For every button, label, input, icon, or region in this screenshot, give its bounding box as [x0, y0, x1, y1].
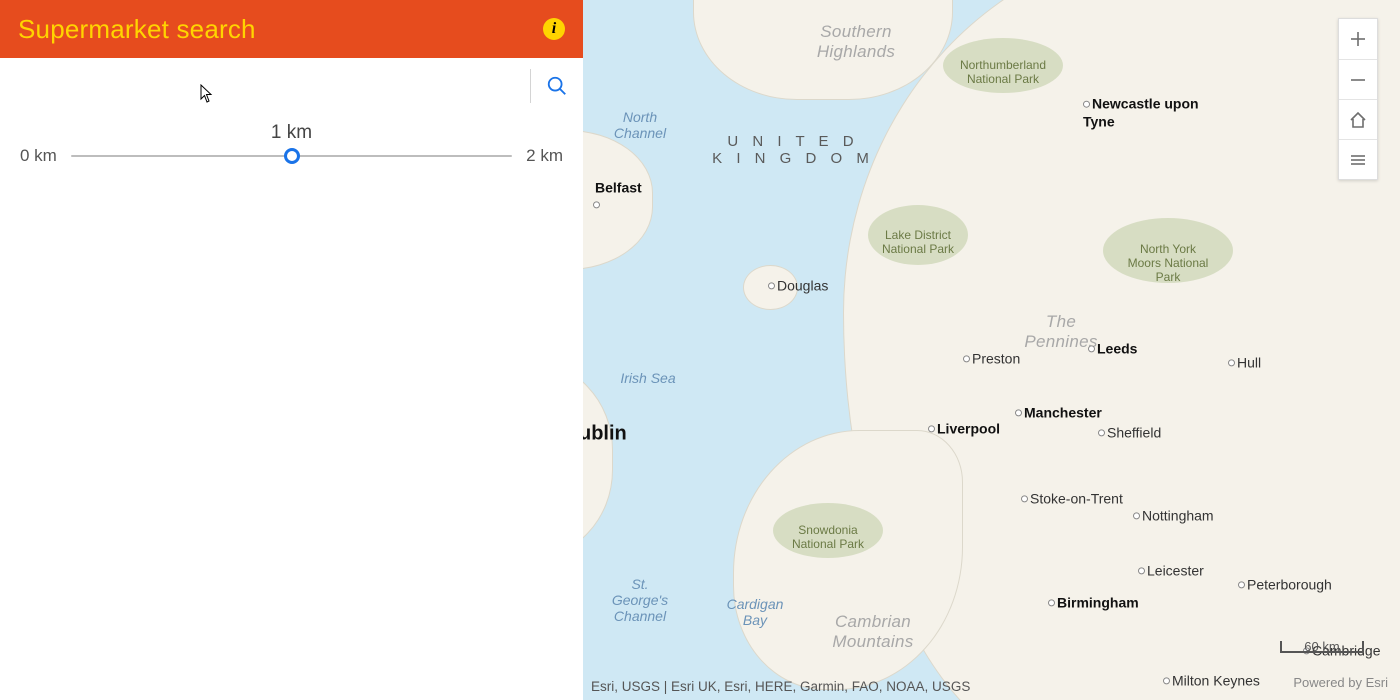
city-label: Liverpool [928, 419, 1002, 436]
search-button[interactable] [531, 75, 583, 97]
zoom-in-button[interactable] [1339, 19, 1377, 59]
sidebar: Supermarket search i 1 km 0 km 2 km [0, 0, 583, 700]
park-label: Northumberland National Park [943, 38, 1063, 93]
menu-icon [1349, 151, 1367, 169]
app-title: Supermarket search [18, 14, 256, 45]
city-label: Hull [1228, 353, 1263, 370]
sea-label: St. George's Channel [612, 576, 668, 624]
city-label: Leicester [1138, 561, 1206, 578]
powered-by-label: Powered by Esri [1293, 675, 1388, 690]
radius-slider: 1 km 0 km 2 km [0, 114, 583, 166]
region-label: Cambrian Mountains [832, 612, 913, 652]
city-label: Peterborough [1238, 575, 1334, 592]
city-label: Stoke-on-Trent [1021, 489, 1125, 506]
city-label: Manchester [1015, 403, 1104, 420]
map-controls [1338, 18, 1378, 180]
sea-label: North Channel [614, 109, 666, 141]
search-input[interactable] [0, 58, 530, 114]
region-label: Southern Highlands [817, 22, 895, 62]
scale-bar: 60 km [1280, 641, 1364, 654]
map-view[interactable]: Northumberland National Park Lake Distric… [583, 0, 1400, 700]
map-attribution: Esri, USGS | Esri UK, Esri, HERE, Garmin… [591, 679, 970, 694]
app-header: Supermarket search i [0, 0, 583, 58]
city-label: Nottingham [1133, 506, 1216, 523]
slider-max-label: 2 km [526, 146, 563, 166]
park-label: Snowdonia National Park [773, 503, 883, 558]
slider-track[interactable] [71, 146, 512, 166]
city-label: Sheffield [1098, 423, 1163, 440]
slider-min-label: 0 km [20, 146, 57, 166]
city-label: Newcastle upon Tyne [1083, 95, 1199, 130]
city-label: Preston [963, 349, 1022, 366]
city-label: Birmingham [1048, 593, 1141, 610]
park-label: Lake District National Park [868, 205, 968, 265]
sea-label: Cardigan Bay [727, 596, 784, 628]
home-icon [1349, 111, 1367, 129]
info-icon[interactable]: i [543, 18, 565, 40]
minus-icon [1349, 71, 1367, 89]
country-label: U N I T E D K I N G D O M [712, 133, 874, 167]
city-label: Milton Keynes [1163, 671, 1262, 688]
search-row [0, 58, 583, 114]
menu-button[interactable] [1339, 139, 1377, 179]
home-button[interactable] [1339, 99, 1377, 139]
park-label: North York Moors National Park [1103, 218, 1233, 283]
plus-icon [1349, 30, 1367, 48]
slider-thumb[interactable] [284, 148, 300, 164]
city-label: ublin [583, 423, 629, 446]
city-label: Leeds [1088, 339, 1139, 356]
slider-value-label: 1 km [20, 122, 563, 144]
zoom-out-button[interactable] [1339, 59, 1377, 99]
region-label: The Pennines [1024, 312, 1097, 352]
scale-bar-label: 60 km [1280, 639, 1364, 654]
city-label: Belfast [593, 178, 644, 211]
city-label: Douglas [768, 276, 830, 293]
sea-label: Irish Sea [620, 370, 675, 386]
search-icon [546, 75, 568, 97]
